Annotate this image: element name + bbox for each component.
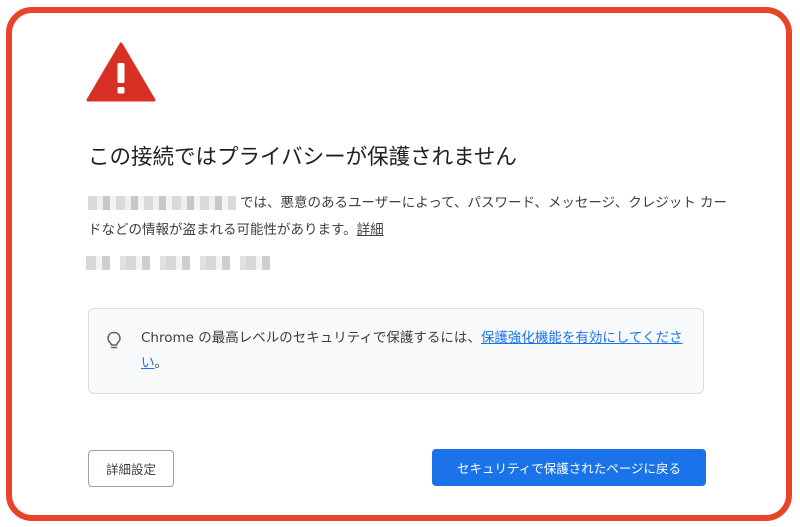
- warning-triangle-icon: [86, 42, 156, 102]
- enhanced-protection-box: Chrome の最高レベルのセキュリティで保護するには、保護強化機能を有効にして…: [88, 308, 704, 394]
- warning-description: では、悪意のあるユーザーによって、パスワード、メッセージ、クレジット カードなど…: [88, 190, 728, 244]
- advanced-button[interactable]: 詳細設定: [88, 450, 174, 487]
- enhanced-protection-text: Chrome の最高レベルのセキュリティで保護するには、保護強化機能を有効にして…: [141, 326, 689, 376]
- details-link[interactable]: 詳細: [357, 222, 384, 238]
- info-text-prefix: Chrome の最高レベルのセキュリティで保護するには、: [141, 330, 481, 346]
- redacted-hostname: [88, 196, 236, 210]
- info-text-suffix: 。: [154, 355, 169, 371]
- redacted-error-code: [86, 256, 278, 270]
- lightbulb-icon: [107, 331, 121, 349]
- page-title: この接続ではプライバシーが保護されません: [88, 145, 517, 170]
- back-to-safety-button[interactable]: セキュリティで保護されたページに戻る: [432, 449, 706, 486]
